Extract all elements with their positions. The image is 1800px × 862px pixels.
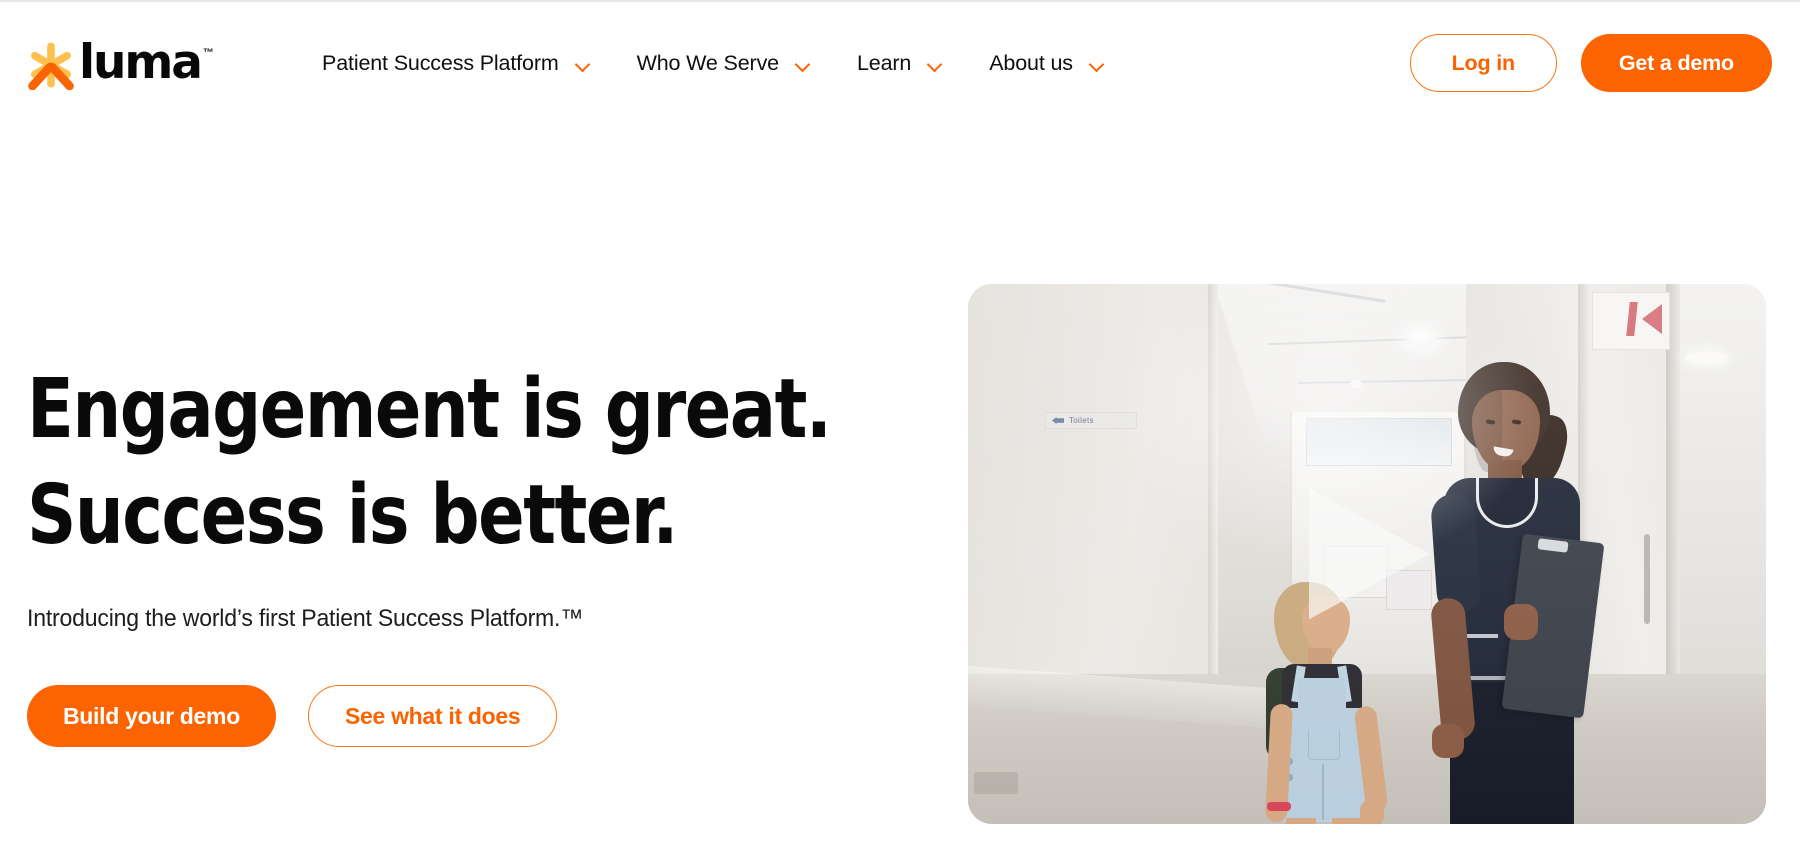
chevron-down-icon bbox=[576, 59, 591, 68]
ceiling-light-fixture bbox=[1350, 380, 1362, 388]
play-triangle-icon bbox=[1309, 488, 1430, 620]
hero-subheadline: Introducing the world’s first Patient Su… bbox=[27, 605, 584, 632]
toilets-sign-label: Toilets bbox=[1069, 416, 1094, 425]
chevron-down-icon bbox=[928, 59, 943, 68]
chevron-down-icon bbox=[796, 59, 811, 68]
nurse-hand-holding-clipboard bbox=[1504, 604, 1538, 640]
hero-cta-group: Build your demo See what it does bbox=[27, 685, 917, 747]
luma-asterisk-logo-icon bbox=[26, 40, 76, 91]
child-right-hand bbox=[1360, 800, 1384, 824]
door-handle bbox=[1644, 534, 1650, 624]
see-what-it-does-button[interactable]: See what it does bbox=[307, 685, 558, 747]
child-leg bbox=[1286, 818, 1316, 824]
nav-item-label: Who We Serve bbox=[636, 50, 780, 75]
get-a-demo-button[interactable]: Get a demo bbox=[1580, 34, 1772, 92]
logo-wordmark: luma bbox=[79, 35, 203, 90]
hero-headline-line-2: Success is better. bbox=[27, 468, 678, 563]
child-wristband bbox=[1267, 802, 1291, 811]
chevron-down-icon bbox=[1090, 59, 1105, 68]
nurse-shoulder bbox=[1429, 492, 1483, 616]
header-actions: Log in Get a demo bbox=[1409, 2, 1772, 124]
nav-item-learn[interactable]: Learn bbox=[857, 51, 943, 76]
ceiling-light-fixture bbox=[1405, 331, 1437, 346]
primary-navigation: Patient Success Platform Who We Serve Le… bbox=[322, 2, 1151, 124]
logo-trademark: ™ bbox=[202, 47, 214, 59]
nurse-figure bbox=[1420, 362, 1620, 824]
hero-video-player[interactable]: Toilets bbox=[968, 284, 1766, 824]
nurse-hand-holding-child bbox=[1432, 724, 1464, 758]
page-root: luma ™ Patient Success Platform Who We S… bbox=[0, 0, 1800, 862]
hero-headline-line-1: Engagement is great. bbox=[27, 362, 832, 457]
hero-content: Engagement is great. Success is better. … bbox=[27, 357, 917, 747]
luma-logo[interactable]: luma ™ bbox=[26, 38, 214, 94]
nav-item-about-us[interactable]: About us bbox=[989, 51, 1105, 76]
build-your-demo-button[interactable]: Build your demo bbox=[27, 685, 276, 747]
child-leg bbox=[1332, 818, 1362, 824]
nav-item-label: Learn bbox=[856, 50, 912, 75]
nav-item-who-we-serve[interactable]: Who We Serve bbox=[637, 51, 811, 76]
floor-equipment bbox=[974, 772, 1018, 794]
child-overall-pocket bbox=[1308, 730, 1340, 760]
site-header: luma ™ Patient Success Platform Who We S… bbox=[0, 2, 1800, 124]
wall-light-fixture bbox=[1686, 352, 1728, 364]
child-overall-seam bbox=[1322, 764, 1324, 820]
nav-item-patient-success-platform[interactable]: Patient Success Platform bbox=[322, 51, 591, 76]
log-in-button[interactable]: Log in bbox=[1409, 34, 1557, 92]
toilets-wayfinding-sign: Toilets bbox=[1045, 412, 1137, 429]
left-arrow-icon bbox=[1052, 417, 1064, 424]
play-button[interactable] bbox=[1304, 486, 1430, 622]
nav-item-label: Patient Success Platform bbox=[322, 50, 559, 75]
nav-item-label: About us bbox=[989, 50, 1073, 75]
